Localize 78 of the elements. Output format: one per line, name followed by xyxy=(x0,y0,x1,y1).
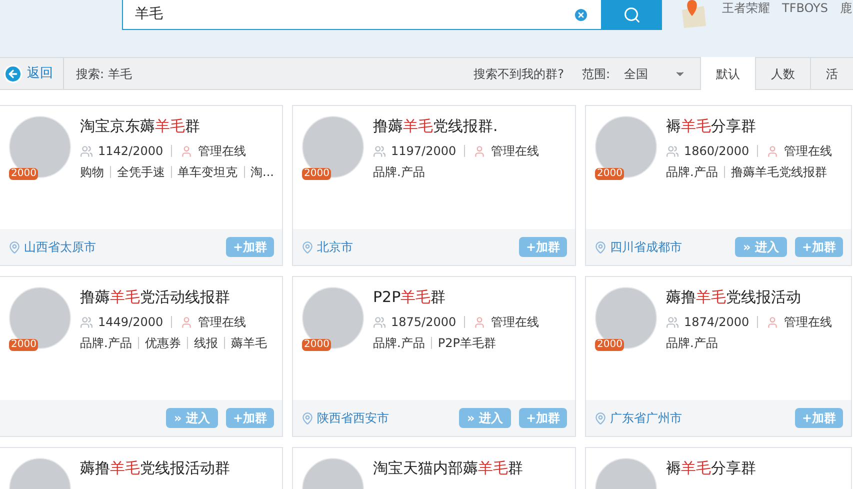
hot-search-link[interactable]: 王者荣耀 xyxy=(722,0,770,17)
group-tag: 品牌.产品 xyxy=(373,163,425,181)
group-tag: 优惠券 xyxy=(144,334,181,352)
search-field[interactable]: 羊毛 xyxy=(122,0,602,30)
members-icon xyxy=(666,144,679,158)
location-pin-icon xyxy=(301,412,314,424)
hot-search-link[interactable]: 鹿 xyxy=(840,0,852,17)
location-pin-icon xyxy=(301,240,314,254)
members-icon xyxy=(80,144,93,158)
member-count: 1860/2000 xyxy=(684,143,750,160)
capacity-badge: 2000 xyxy=(9,339,38,351)
group-name[interactable]: P2P羊毛群 xyxy=(373,287,540,307)
admin-icon xyxy=(180,144,194,158)
location-pin-icon xyxy=(594,412,607,424)
group-name[interactable]: 撸薅羊毛党线报群. xyxy=(373,116,540,136)
scope-label: 范围: xyxy=(582,66,610,82)
clear-icon[interactable] xyxy=(573,6,589,22)
admin-status: 管理在线 xyxy=(491,143,540,160)
group-tag: P2P羊毛群 xyxy=(438,334,496,352)
admin-status: 管理在线 xyxy=(784,143,832,160)
members-icon xyxy=(80,316,93,328)
member-count: 1197/2000 xyxy=(391,143,456,160)
capacity-badge: 2000 xyxy=(595,339,624,351)
group-tag: 品牌.产品 xyxy=(666,334,718,352)
members-icon xyxy=(373,316,386,328)
location: 北京市 xyxy=(317,239,353,256)
location-pin-icon xyxy=(594,240,607,254)
admin-status: 管理在线 xyxy=(491,314,540,331)
scope-dropdown[interactable]: 全国 xyxy=(624,64,686,82)
admin-icon xyxy=(473,144,486,158)
group-tag: 品牌.产品 xyxy=(666,163,718,181)
admin-icon xyxy=(766,316,780,328)
group-tag: 全凭手速 xyxy=(116,163,165,181)
group-name[interactable]: 褥羊毛分享群 xyxy=(666,458,756,478)
member-count: 1875/2000 xyxy=(391,314,456,331)
capacity-badge: 2000 xyxy=(9,168,38,180)
capacity-badge: 2000 xyxy=(302,168,332,180)
group-tag: 淘... xyxy=(250,163,274,181)
group-tag: 线报 xyxy=(194,334,218,352)
member-count: 1874/2000 xyxy=(684,314,750,331)
group-tag: 品牌.产品 xyxy=(373,334,425,352)
search-button[interactable] xyxy=(602,0,662,30)
back-button[interactable]: 返回 xyxy=(0,58,64,89)
members-icon xyxy=(666,316,679,328)
location: 广东省广州市 xyxy=(610,410,682,427)
admin-status: 管理在线 xyxy=(198,143,246,160)
admin-status: 管理在线 xyxy=(198,314,246,331)
member-count: 1142/2000 xyxy=(98,143,164,160)
group-name[interactable]: 褥羊毛分享群 xyxy=(666,116,832,136)
location: 四川省成都市 xyxy=(610,239,682,256)
group-name[interactable]: 淘宝天猫内部薅羊毛群 xyxy=(373,458,523,478)
location: 陕西省西安市 xyxy=(317,410,389,427)
sort-tab[interactable]: 默认 xyxy=(700,57,755,90)
admin-icon xyxy=(766,144,780,158)
group-name[interactable]: 薅撸羊毛党线报活动 xyxy=(666,287,832,307)
group-tag: 单车变坦克 xyxy=(178,163,238,181)
group-tag: 品牌.产品 xyxy=(80,334,132,352)
admin-icon xyxy=(180,316,194,328)
group-tag: 撸薅羊毛党线报群 xyxy=(730,163,827,181)
capacity-badge: 2000 xyxy=(595,168,624,180)
sort-tab[interactable]: 活 xyxy=(810,57,853,90)
group-tag: 薅羊毛 xyxy=(230,334,267,352)
search-query: 搜索: 羊毛 xyxy=(76,66,132,82)
not-found-link[interactable]: 搜索不到我的群? xyxy=(474,64,564,82)
search-icon xyxy=(623,6,641,24)
member-count: 1449/2000 xyxy=(98,314,164,331)
admin-icon xyxy=(473,316,486,328)
hot-search-link[interactable]: TFBOYS xyxy=(782,0,828,17)
members-icon xyxy=(373,144,386,158)
capacity-badge: 2000 xyxy=(302,339,332,351)
location: 山西省太原市 xyxy=(24,239,96,256)
group-name[interactable]: 薅撸羊毛党线报活动群 xyxy=(80,458,230,478)
location-pin-icon xyxy=(8,240,21,254)
group-name[interactable]: 撸薅羊毛党活动线报群 xyxy=(80,287,267,307)
admin-status: 管理在线 xyxy=(784,314,832,331)
group-name[interactable]: 淘宝京东薅羊毛群 xyxy=(80,116,274,136)
sort-tab[interactable]: 人数 xyxy=(755,57,810,90)
group-tag: 购物 xyxy=(80,163,104,181)
